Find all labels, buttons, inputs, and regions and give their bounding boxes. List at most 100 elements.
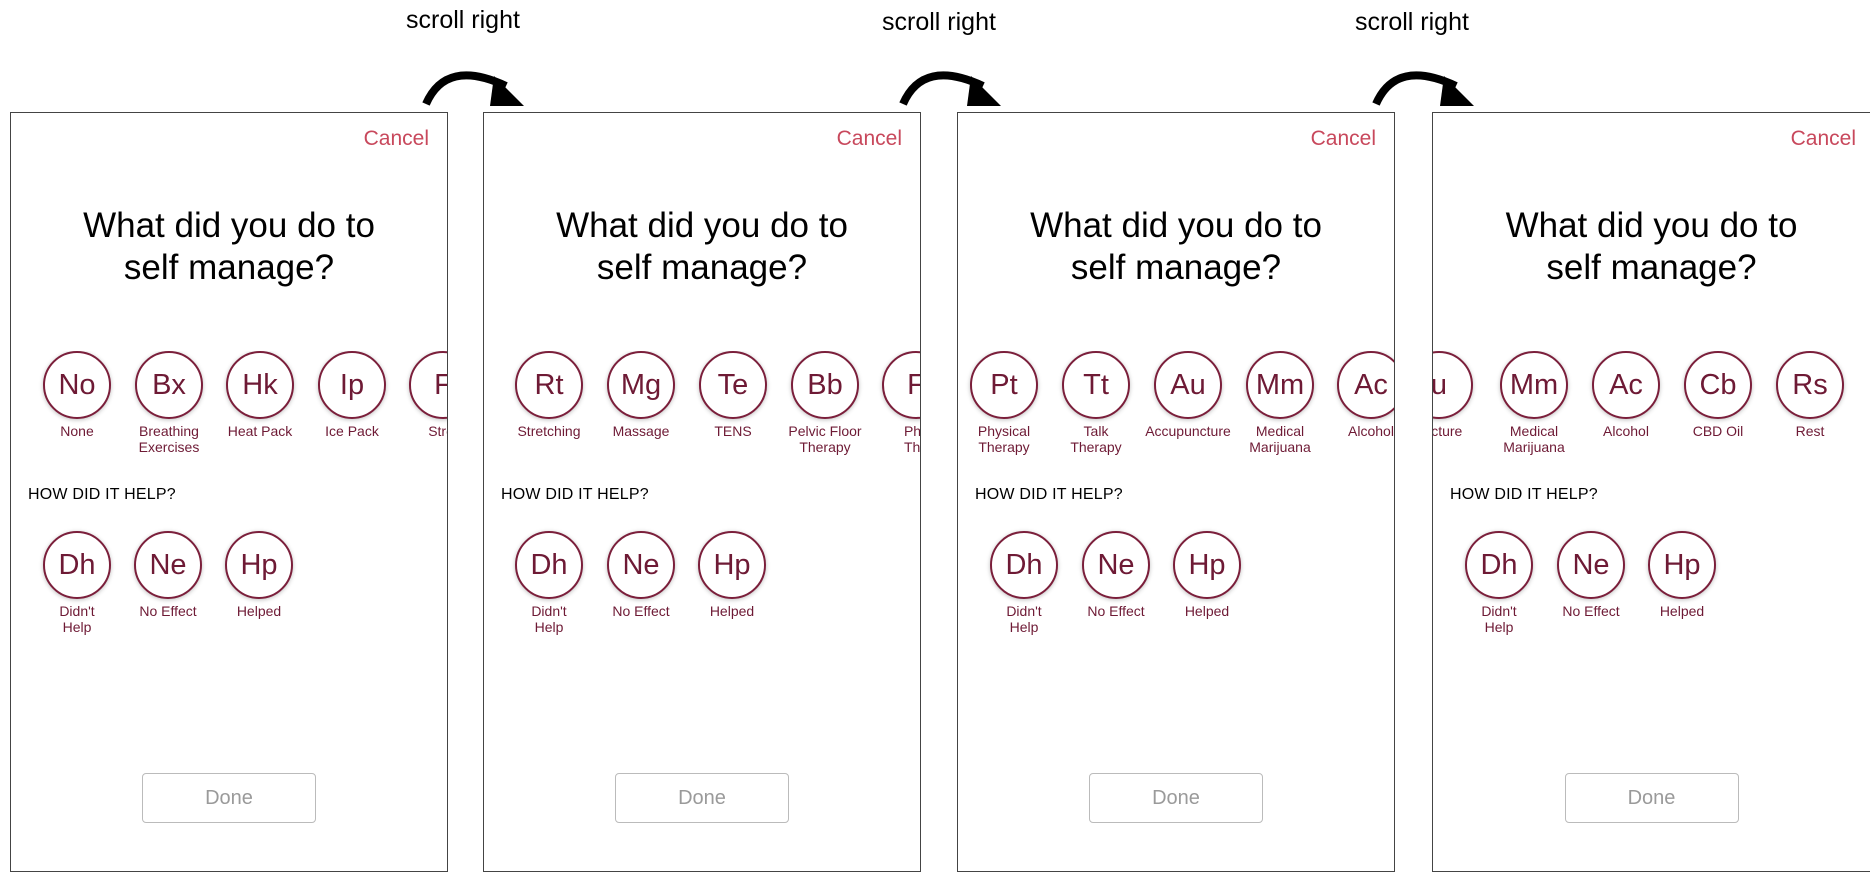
cancel-button[interactable]: Cancel — [364, 127, 429, 151]
effect-no-effect[interactable]: Ne No Effect — [595, 531, 687, 619]
options-carousel[interactable]: Pt Physical Therapy Tt Talk Therapy Au A… — [958, 351, 1394, 471]
section-heading: HOW DID IT HELP? — [1450, 486, 1598, 503]
screen-panel-1: Cancel What did you do to self manage? N… — [10, 112, 448, 872]
option-icon: Mg — [607, 351, 675, 419]
option-stretching[interactable]: Rt Stretching — [503, 351, 595, 439]
option-physical-therapy[interactable]: Pt Physical Therapy — [958, 351, 1050, 455]
option-label: Massage — [612, 423, 670, 439]
option-heat-pack[interactable]: Hk Heat Pack — [214, 351, 306, 439]
option-label: Talk Therapy — [1070, 423, 1122, 455]
option-icon: Ac — [1337, 351, 1394, 419]
page-title: What did you do to self manage? — [1433, 205, 1870, 289]
effect-didnt-help[interactable]: Dh Didn't Help — [1453, 531, 1545, 635]
effect-label: Didn't Help — [1481, 603, 1517, 635]
option-icon: No — [43, 351, 111, 419]
option-talk-therapy[interactable]: Tt Talk Therapy — [1050, 351, 1142, 455]
option-icon: Bb — [791, 351, 859, 419]
effect-didnt-help[interactable]: Dh Didn't Help — [503, 531, 595, 635]
effect-icon: Hp — [698, 531, 766, 599]
option-accupuncture[interactable]: Au Accupuncture — [1142, 351, 1234, 439]
option-icon: Mm — [1246, 351, 1314, 419]
effect-didnt-help[interactable]: Dh Didn't Help — [978, 531, 1070, 635]
effect-options: Dh Didn't Help Ne No Effect Hp Helped — [11, 531, 447, 641]
option-label: TENS — [714, 423, 752, 439]
effect-no-effect[interactable]: Ne No Effect — [122, 531, 214, 619]
effect-helped[interactable]: Hp Helped — [1161, 531, 1253, 619]
option-breathing-exercises[interactable]: Bx Breathing Exercises — [123, 351, 215, 455]
effect-label: Helped — [1659, 603, 1705, 619]
effect-helped[interactable]: Hp Helped — [1636, 531, 1728, 619]
scroll-right-label-1: scroll right — [406, 6, 520, 34]
option-label: Pelvic Floor Therapy — [788, 423, 862, 455]
curved-arrow-icon — [1372, 71, 1474, 106]
option-label: Ice Pack — [325, 423, 379, 439]
option-label: Heat Pack — [227, 423, 293, 439]
effect-icon: Dh — [990, 531, 1058, 599]
curved-arrow-icon — [422, 71, 524, 106]
option-label: Physical Therapy — [977, 423, 1031, 455]
cancel-button[interactable]: Cancel — [837, 127, 902, 151]
option-rest[interactable]: Rs Rest — [1764, 351, 1856, 439]
option-icon: Rt — [515, 351, 583, 419]
option-stretching-partial[interactable]: F Stret — [397, 351, 447, 439]
section-heading: HOW DID IT HELP? — [501, 486, 649, 503]
effect-label: Didn't Help — [59, 603, 95, 635]
effect-options: Dh Didn't Help Ne No Effect Hp Helped — [958, 531, 1394, 641]
option-massage[interactable]: Mg Massage — [595, 351, 687, 439]
scroll-right-label-2: scroll right — [882, 8, 996, 36]
option-medical-marijuana[interactable]: Mm Medical Marijuana — [1488, 351, 1580, 455]
option-tens[interactable]: Te TENS — [687, 351, 779, 439]
title-line: What did you do to — [1030, 206, 1322, 245]
done-button[interactable]: Done — [1564, 773, 1739, 823]
cancel-button[interactable]: Cancel — [1311, 127, 1376, 151]
done-button[interactable]: Done — [142, 773, 316, 823]
effect-helped[interactable]: Hp Helped — [213, 531, 305, 619]
effect-label: No Effect — [139, 603, 197, 619]
done-button[interactable]: Done — [615, 773, 789, 823]
effect-icon: Dh — [1465, 531, 1533, 599]
options-carousel[interactable]: No None Bx Breathing Exercises Hk Heat P… — [11, 351, 447, 471]
effect-options: Dh Didn't Help Ne No Effect Hp Helped — [484, 531, 920, 641]
page-title: What did you do to self manage? — [958, 205, 1394, 289]
effect-label: Didn't Help — [531, 603, 567, 635]
options-carousel[interactable]: u uncture Mm Medical Marijuana Ac Alcoho… — [1433, 351, 1870, 471]
option-icon: Te — [699, 351, 767, 419]
option-label: uncture — [1433, 423, 1463, 439]
option-pelvic-floor-therapy[interactable]: Bb Pelvic Floor Therapy — [779, 351, 871, 455]
option-ice-pack[interactable]: Ip Ice Pack — [306, 351, 398, 439]
section-heading: HOW DID IT HELP? — [28, 486, 176, 503]
done-button[interactable]: Done — [1089, 773, 1263, 823]
effect-label: No Effect — [1562, 603, 1620, 619]
option-cbd-oil[interactable]: Cb CBD Oil — [1672, 351, 1764, 439]
option-label: Medical Marijuana — [1503, 423, 1565, 455]
option-icon: F — [409, 351, 447, 419]
option-alcohol[interactable]: Ac Alcohol — [1580, 351, 1672, 439]
option-label: Stretching — [517, 423, 581, 439]
option-icon: Pt — [970, 351, 1038, 419]
option-icon: F — [882, 351, 920, 419]
effect-no-effect[interactable]: Ne No Effect — [1070, 531, 1162, 619]
option-alcohol-partial[interactable]: Ac Alcohol — [1325, 351, 1394, 439]
effect-icon: Dh — [43, 531, 111, 599]
option-label: Breathing Exercises — [138, 423, 200, 455]
option-icon: Ac — [1592, 351, 1660, 419]
effect-no-effect[interactable]: Ne No Effect — [1545, 531, 1637, 619]
title-line: What did you do to — [1505, 206, 1798, 245]
effect-icon: Ne — [607, 531, 675, 599]
effect-label: Didn't Help — [1006, 603, 1042, 635]
scroll-right-label-3: scroll right — [1355, 8, 1469, 36]
effect-label: Helped — [1184, 603, 1230, 619]
option-label: CBD Oil — [1692, 423, 1744, 439]
effect-icon: Hp — [1648, 531, 1716, 599]
option-medical-marijuana[interactable]: Mm Medical Marijuana — [1234, 351, 1326, 455]
option-accupuncture-partial[interactable]: u uncture — [1433, 351, 1485, 439]
cancel-button[interactable]: Cancel — [1791, 127, 1856, 151]
options-carousel[interactable]: Rt Stretching Mg Massage Te TENS Bb Pelv… — [484, 351, 920, 471]
option-physical-therapy-partial[interactable]: F Phy The — [870, 351, 920, 455]
option-none[interactable]: No None — [31, 351, 123, 439]
effect-didnt-help[interactable]: Dh Didn't Help — [31, 531, 123, 635]
effect-label: Helped — [709, 603, 755, 619]
option-icon: Tt — [1062, 351, 1130, 419]
effect-helped[interactable]: Hp Helped — [686, 531, 778, 619]
title-line: What did you do to — [83, 206, 375, 245]
